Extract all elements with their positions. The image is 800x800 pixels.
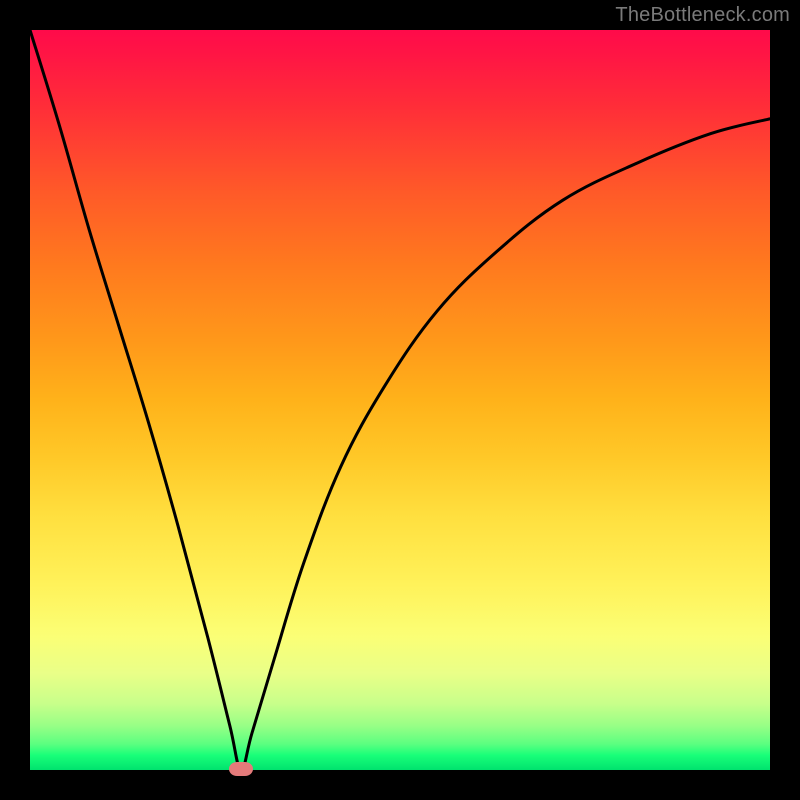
watermark-text: TheBottleneck.com bbox=[615, 4, 790, 27]
plot-area bbox=[30, 30, 770, 770]
bottleneck-curve bbox=[30, 30, 770, 770]
optimal-marker bbox=[229, 762, 253, 776]
curve-svg bbox=[30, 30, 770, 770]
chart-frame: TheBottleneck.com bbox=[0, 0, 800, 800]
